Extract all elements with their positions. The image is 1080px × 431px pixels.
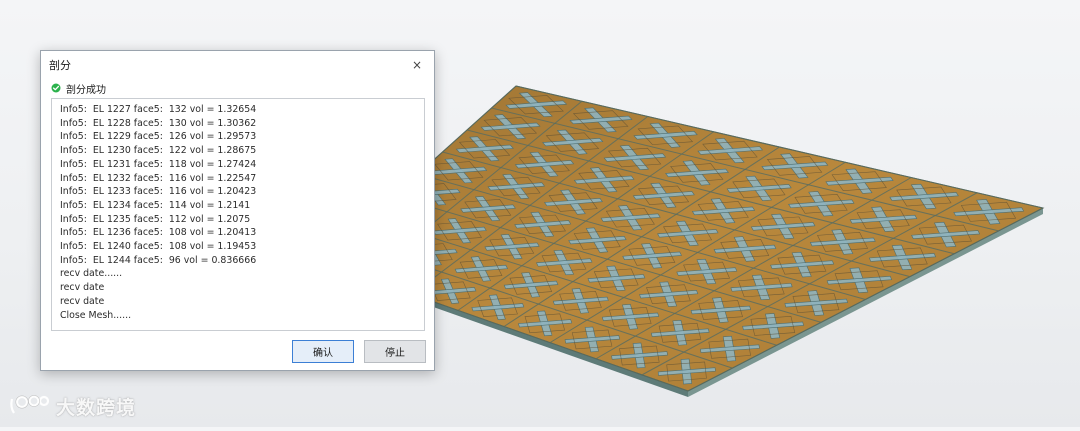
- status-text: 剖分成功: [66, 84, 106, 96]
- dialog-title: 剖分: [49, 58, 71, 72]
- stop-button[interactable]: 停止: [364, 340, 426, 363]
- log-line: Close Mesh......: [60, 309, 132, 321]
- log-line: Info5: EL 1240 face5: 108 vol = 1.19453: [60, 241, 257, 253]
- dialog-titlebar[interactable]: 剖分 ×: [41, 51, 434, 78]
- log-line: Info5: EL 1227 face5: 132 vol = 1.32654: [60, 104, 257, 115]
- log-line: recv date: [60, 295, 105, 307]
- confirm-button[interactable]: 确认: [292, 340, 354, 363]
- check-circle-icon: [51, 83, 61, 93]
- mesh-dialog: 剖分 × 剖分成功 Info5: EL 1227 face5: 132 vol …: [40, 50, 435, 371]
- watermark-text: 大数跨境: [56, 396, 137, 419]
- log-line: recv date......: [60, 268, 123, 280]
- log-line: Info5: EL 1231 face5: 118 vol = 1.27424: [60, 158, 257, 170]
- close-icon[interactable]: ×: [408, 56, 426, 74]
- log-line: Info5: EL 1235 face5: 112 vol = 1.2075: [60, 213, 251, 225]
- log-line: Info5: EL 1229 face5: 126 vol = 1.29573: [60, 131, 257, 143]
- log-output[interactable]: Info5: EL 1227 face5: 132 vol = 1.32654 I…: [51, 98, 425, 331]
- log-line: Info5: EL 1232 face5: 116 vol = 1.22547: [60, 172, 257, 184]
- log-line: Info5: EL 1234 face5: 114 vol = 1.2141: [60, 199, 251, 211]
- log-line: Info5: EL 1233 face5: 116 vol = 1.20423: [60, 186, 257, 198]
- log-line: Info5: EL 1236 face5: 108 vol = 1.20413: [60, 227, 257, 239]
- log-line: Info5: EL 1244 face5: 96 vol = 0.836666: [60, 254, 257, 266]
- log-line: Info5: EL 1230 face5: 122 vol = 1.28675: [60, 145, 257, 157]
- dashuju-logo-icon: [10, 395, 50, 414]
- watermark: 大数跨境: [8, 391, 136, 421]
- status-row: 剖分成功: [41, 79, 434, 97]
- log-line: Info5: EL 1228 face5: 130 vol = 1.30362: [60, 117, 257, 129]
- log-line: recv date: [60, 282, 105, 294]
